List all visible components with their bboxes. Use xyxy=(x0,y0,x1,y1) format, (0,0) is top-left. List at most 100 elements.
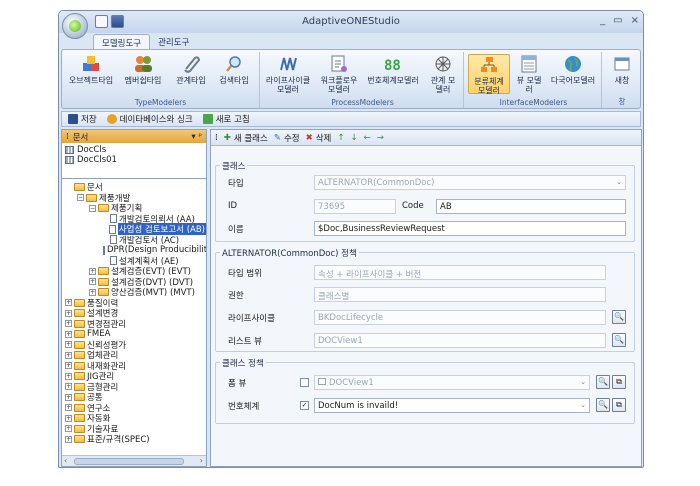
policy-group: ALTERNATOR(CommonDoc) 정책 타입 범위 속성 + 라이프사… xyxy=(215,247,635,352)
new-window-button[interactable]: 새창 xyxy=(608,54,636,85)
lifecycle-modeler-button[interactable]: 라이프사이클 모델러 xyxy=(262,54,314,94)
collapse-icon[interactable]: − xyxy=(89,204,96,212)
scroll-thumb[interactable] xyxy=(74,458,184,465)
view-icon xyxy=(318,378,326,385)
expand-icon[interactable]: + xyxy=(65,330,72,338)
tab-modeling-tools[interactable]: 모델링도구 xyxy=(93,34,151,50)
relation-type-button[interactable]: 관계타입 xyxy=(172,54,210,85)
class-toolbar: ⁞ ✚ 새 클래스 ✎ 수정 ✖ 삭제 ↑ ↓ ← → xyxy=(211,130,641,146)
app-menu-orb-icon[interactable] xyxy=(62,13,88,39)
folder-icon xyxy=(74,351,85,360)
type-select[interactable]: ALTERNATOR(CommonDoc) ⌄ xyxy=(314,175,626,190)
lifecycle-lookup-icon[interactable]: 🔍 xyxy=(612,310,626,324)
lifecycle-icon xyxy=(278,54,298,74)
id-label: ID xyxy=(228,201,238,211)
folder-icon xyxy=(74,414,85,423)
folder-icon xyxy=(74,183,85,192)
new-class-icon: ✚ xyxy=(223,132,231,143)
scroll-left-icon[interactable]: ‹ xyxy=(64,456,67,465)
form-view-select[interactable]: DOCView1 ⌄ xyxy=(314,375,590,390)
tree-node[interactable]: 개발검토서 (AC) xyxy=(65,235,206,246)
expand-icon[interactable]: + xyxy=(89,288,96,296)
group-interface-modelers: 분류체계 모델러 뷰 모델 러 다국어모델러 InterfaceModelers xyxy=(466,52,602,108)
form-view-copy-icon[interactable]: ⧉ xyxy=(612,375,626,389)
list-item[interactable]: DocCls xyxy=(65,145,203,155)
classification-modeler-button[interactable]: 분류체계 모델러 xyxy=(468,54,510,95)
object-type-button[interactable]: 오브젝트타입 xyxy=(68,54,114,85)
scroll-right-icon[interactable]: › xyxy=(200,456,203,465)
expand-icon[interactable]: + xyxy=(65,393,72,401)
code-label: Code xyxy=(402,201,424,211)
delete-button[interactable]: ✖ 삭제 xyxy=(306,132,332,144)
numbering-select[interactable]: DocNum is invaild! ⌄ xyxy=(314,398,590,413)
floppy-icon xyxy=(68,114,78,124)
numbering-copy-icon[interactable]: ⧉ xyxy=(612,398,626,412)
move-down-icon[interactable]: ↓ xyxy=(350,133,357,143)
tab-admin-tools[interactable]: 관리도구 xyxy=(150,34,197,50)
expand-icon[interactable]: + xyxy=(65,320,72,328)
code-field[interactable]: AB xyxy=(436,199,626,214)
magnifier-icon xyxy=(224,54,244,74)
new-class-button[interactable]: ✚ 새 클래스 xyxy=(224,132,268,144)
database-sync-icon xyxy=(106,114,117,124)
numbering-checkbox[interactable]: ✓ xyxy=(300,401,309,410)
folder-icon xyxy=(74,424,85,433)
refresh-button[interactable]: 새로 고침 xyxy=(202,113,250,125)
expand-icon[interactable]: + xyxy=(65,362,72,370)
close-button[interactable]: × xyxy=(631,15,639,26)
expand-icon[interactable]: + xyxy=(89,278,96,286)
chevron-down-icon: ⌄ xyxy=(580,378,586,386)
expand-icon[interactable]: + xyxy=(65,309,72,317)
toolbar-grip-icon: ⁞ xyxy=(215,132,218,143)
network-icon xyxy=(433,54,453,74)
expand-icon[interactable]: + xyxy=(65,414,72,422)
workflow-modeler-button[interactable]: 워크플로우 모델러 xyxy=(316,54,362,94)
move-left-icon[interactable]: ← xyxy=(364,133,371,143)
table-icon xyxy=(65,156,74,164)
search-type-button[interactable]: 검색타입 xyxy=(214,54,254,85)
db-sync-button[interactable]: 데이타베이스와 싱크 xyxy=(106,113,193,125)
title-bar: AdaptiveONEStudio _ ▭ × xyxy=(59,11,643,39)
view-modeler-button[interactable]: 뷰 모델 러 xyxy=(514,54,544,94)
save-button[interactable]: 저장 xyxy=(68,113,97,125)
expand-icon[interactable]: + xyxy=(89,267,96,275)
list-view-lookup-icon[interactable]: 🔍 xyxy=(612,333,626,347)
window-controls: _ ▭ × xyxy=(600,15,639,26)
expand-icon[interactable]: + xyxy=(65,299,72,307)
tree-node[interactable]: + 표준/규격(SPEC) xyxy=(65,434,206,445)
name-field[interactable]: $Doc,BusinessReviewRequest xyxy=(314,221,626,236)
permission-field: 클래스별 xyxy=(314,287,606,302)
expand-icon[interactable]: + xyxy=(65,372,72,380)
tree-node-label: 개발검토서 (AC) xyxy=(119,235,180,246)
horizontal-scrollbar[interactable]: ‹ › xyxy=(62,455,206,466)
type-range-label: 타입 범위 xyxy=(228,269,262,279)
expand-icon[interactable]: + xyxy=(65,383,72,391)
cubes-icon xyxy=(81,54,101,74)
minimize-button[interactable]: _ xyxy=(600,15,605,26)
tree-node[interactable]: 문서 xyxy=(65,182,206,193)
collapse-icon[interactable]: − xyxy=(77,194,84,202)
relation-modeler-button[interactable]: 관계 모 델러 xyxy=(424,54,462,94)
expand-icon[interactable]: + xyxy=(65,351,72,359)
form-view-lookup-icon[interactable]: 🔍 xyxy=(596,375,610,389)
membership-type-button[interactable]: 멤버쉽타입 xyxy=(120,54,166,85)
move-right-icon[interactable]: → xyxy=(377,133,384,143)
numbering-modeler-button[interactable]: 88 번호체계모델러 xyxy=(364,54,422,85)
window-title: AdaptiveONEStudio xyxy=(302,16,400,27)
document-icon xyxy=(110,256,117,266)
expand-icon[interactable]: + xyxy=(65,435,72,443)
edit-button[interactable]: ✎ 수정 xyxy=(274,132,300,144)
list-item[interactable]: DocCls01 xyxy=(65,155,203,165)
form-view-checkbox[interactable] xyxy=(300,378,309,387)
numbering-lookup-icon[interactable]: 🔍 xyxy=(596,398,610,412)
folder-icon xyxy=(98,277,109,286)
expand-icon[interactable]: + xyxy=(65,425,72,433)
panel-pin-button[interactable]: ▾ ᵖ xyxy=(191,132,202,142)
maximize-button[interactable]: ▭ xyxy=(613,15,622,26)
move-up-icon[interactable]: ↑ xyxy=(337,133,344,143)
expand-icon[interactable]: + xyxy=(65,404,72,412)
tree-node[interactable]: + 변경점관리 xyxy=(65,319,206,330)
group-label: InterfaceModelers xyxy=(499,98,568,107)
expand-icon[interactable]: + xyxy=(65,341,72,349)
multilanguage-modeler-button[interactable]: 다국어모델러 xyxy=(546,54,600,85)
